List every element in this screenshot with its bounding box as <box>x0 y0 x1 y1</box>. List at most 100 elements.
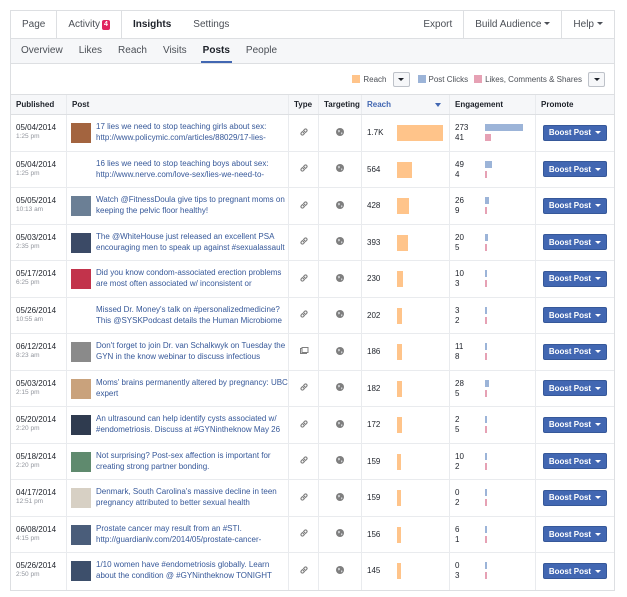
post-cell[interactable]: An ultrasound can help identify cysts as… <box>67 407 289 443</box>
globe-icon[interactable] <box>335 455 345 467</box>
globe-icon[interactable] <box>335 200 345 212</box>
boost-post-button[interactable]: Boost Post <box>543 124 607 141</box>
reach-value: 202 <box>367 310 381 320</box>
post-text-link[interactable]: 1/10 women have #endometriosis globally.… <box>96 559 288 581</box>
post-text-link[interactable]: Prostate cancer may result from an #STI.… <box>96 523 288 545</box>
post-thumbnail[interactable] <box>71 378 91 399</box>
globe-icon[interactable] <box>335 309 345 321</box>
post-text-link[interactable]: Watch @FitnessDoula give tips to pregnan… <box>96 194 288 216</box>
boost-post-button[interactable]: Boost Post <box>543 343 607 360</box>
post-text-link[interactable]: Not surprising? Post-sex affection is im… <box>96 450 288 472</box>
post-thumbnail[interactable] <box>71 415 91 435</box>
table-row[interactable]: 05/03/2014 2:15 pm Moms' brains permanen… <box>11 370 614 407</box>
boost-post-button[interactable]: Boost Post <box>543 563 607 580</box>
post-thumbnail[interactable] <box>71 232 91 253</box>
post-thumbnail[interactable] <box>71 451 91 472</box>
post-cell[interactable]: Not surprising? Post-sex affection is im… <box>67 443 289 479</box>
globe-icon[interactable] <box>335 492 345 504</box>
globe-icon[interactable] <box>335 382 345 394</box>
tab-visits[interactable]: Visits <box>155 39 195 63</box>
boost-post-button[interactable]: Boost Post <box>543 307 607 324</box>
table-row[interactable]: 05/20/2014 2:20 pm An ultrasound can hel… <box>11 407 614 444</box>
table-row[interactable]: 05/04/2014 1:25 pm 16 lies we need to st… <box>11 151 614 188</box>
export-button[interactable]: Export <box>412 11 463 39</box>
post-text-link[interactable]: 16 lies we need to stop teaching boys ab… <box>96 158 288 180</box>
globe-icon[interactable] <box>335 565 345 577</box>
globe-icon[interactable] <box>335 273 345 285</box>
post-thumbnail[interactable] <box>71 524 91 545</box>
table-row[interactable]: 05/05/2014 10:13 am Watch @FitnessDoula … <box>11 188 614 225</box>
post-text-link[interactable]: Moms' brains permanently altered by preg… <box>96 377 288 399</box>
col-promote: Promote <box>541 100 574 109</box>
table-row[interactable]: 05/04/2014 1:25 pm 17 lies we need to st… <box>11 115 614 152</box>
engagement-metric-dropdown[interactable] <box>588 71 605 87</box>
boost-post-button[interactable]: Boost Post <box>543 526 607 543</box>
col-type[interactable]: Type <box>289 95 319 114</box>
nav-page[interactable]: Page <box>11 11 56 39</box>
post-cell[interactable]: 17 lies we need to stop teaching girls a… <box>67 115 289 151</box>
boost-post-button[interactable]: Boost Post <box>543 416 607 433</box>
post-cell[interactable]: Denmark, South Carolina's massive declin… <box>67 480 289 516</box>
boost-post-button[interactable]: Boost Post <box>543 161 607 178</box>
col-published[interactable]: Published <box>11 95 67 114</box>
boost-post-button[interactable]: Boost Post <box>543 380 607 397</box>
nav-activity[interactable]: Activity 4 <box>57 11 121 39</box>
post-text-link[interactable]: Don't forget to join Dr. van Schalkwyk o… <box>96 340 288 362</box>
post-thumbnail[interactable] <box>71 196 91 216</box>
post-text-link[interactable]: Missed Dr. Money's talk on #personalized… <box>96 304 288 326</box>
post-cell[interactable]: 1/10 women have #endometriosis globally.… <box>67 553 289 590</box>
boost-post-button[interactable]: Boost Post <box>543 453 607 470</box>
table-row[interactable]: 05/26/2014 2:50 pm 1/10 women have #endo… <box>11 553 614 590</box>
post-text-link[interactable]: Did you know condom-associated erection … <box>96 267 288 289</box>
tab-people[interactable]: People <box>238 39 285 63</box>
targeting-cell <box>319 370 362 406</box>
col-targeting[interactable]: Targeting <box>319 95 362 114</box>
post-clicks-value: 273 <box>455 123 469 132</box>
table-row[interactable]: 05/18/2014 2:20 pm Not surprising? Post-… <box>11 443 614 480</box>
post-thumbnail[interactable] <box>71 488 91 508</box>
post-text-link[interactable]: The @WhiteHouse just released an excelle… <box>96 231 288 253</box>
globe-icon[interactable] <box>335 236 345 248</box>
post-cell[interactable]: Moms' brains permanently altered by preg… <box>67 370 289 406</box>
post-text-link[interactable]: Denmark, South Carolina's massive declin… <box>96 486 288 508</box>
tab-reach[interactable]: Reach <box>110 39 155 63</box>
post-thumbnail[interactable] <box>71 269 91 289</box>
nav-settings[interactable]: Settings <box>182 11 240 39</box>
globe-icon[interactable] <box>335 346 345 358</box>
post-thumbnail[interactable] <box>71 561 91 581</box>
boost-post-button[interactable]: Boost Post <box>543 489 607 506</box>
tab-overview[interactable]: Overview <box>13 39 71 63</box>
build-audience-button[interactable]: Build Audience <box>464 11 561 39</box>
boost-post-button[interactable]: Boost Post <box>543 197 607 214</box>
post-text-link[interactable]: 17 lies we need to stop teaching girls a… <box>96 121 288 143</box>
post-text-link[interactable]: An ultrasound can help identify cysts as… <box>96 413 288 435</box>
help-button[interactable]: Help <box>562 11 614 39</box>
post-cell[interactable]: Watch @FitnessDoula give tips to pregnan… <box>67 188 289 224</box>
globe-icon[interactable] <box>335 528 345 540</box>
table-row[interactable]: 06/08/2014 4:15 pm Prostate cancer may r… <box>11 516 614 553</box>
post-thumbnail[interactable] <box>71 342 91 362</box>
table-row[interactable]: 05/17/2014 6:25 pm Did you know condom-a… <box>11 261 614 298</box>
post-cell[interactable]: Don't forget to join Dr. van Schalkwyk o… <box>67 334 289 370</box>
post-cell[interactable]: Prostate cancer may result from an #STI.… <box>67 516 289 552</box>
table-row[interactable]: 04/17/2014 12:51 pm Denmark, South Carol… <box>11 480 614 517</box>
tab-likes[interactable]: Likes <box>71 39 110 63</box>
nav-insights[interactable]: Insights <box>122 11 182 39</box>
globe-icon[interactable] <box>335 127 345 139</box>
table-row[interactable]: 05/26/2014 10:55 am Missed Dr. Money's t… <box>11 297 614 334</box>
post-cell[interactable]: 16 lies we need to stop teaching boys ab… <box>67 151 289 187</box>
table-row[interactable]: 05/03/2014 2:35 pm The @WhiteHouse just … <box>11 224 614 261</box>
col-reach[interactable]: Reach <box>362 95 450 114</box>
post-thumbnail[interactable] <box>71 123 91 143</box>
col-engagement[interactable]: Engagement <box>450 95 536 114</box>
globe-icon[interactable] <box>335 163 345 175</box>
globe-icon[interactable] <box>335 419 345 431</box>
tab-posts[interactable]: Posts <box>195 39 238 63</box>
post-cell[interactable]: The @WhiteHouse just released an excelle… <box>67 224 289 260</box>
reach-metric-dropdown[interactable] <box>392 71 410 87</box>
table-row[interactable]: 06/12/2014 8:23 am Don't forget to join … <box>11 334 614 371</box>
boost-post-button[interactable]: Boost Post <box>543 234 607 251</box>
post-cell[interactable]: Did you know condom-associated erection … <box>67 261 289 297</box>
boost-post-button[interactable]: Boost Post <box>543 270 607 287</box>
post-cell[interactable]: Missed Dr. Money's talk on #personalized… <box>67 297 289 333</box>
